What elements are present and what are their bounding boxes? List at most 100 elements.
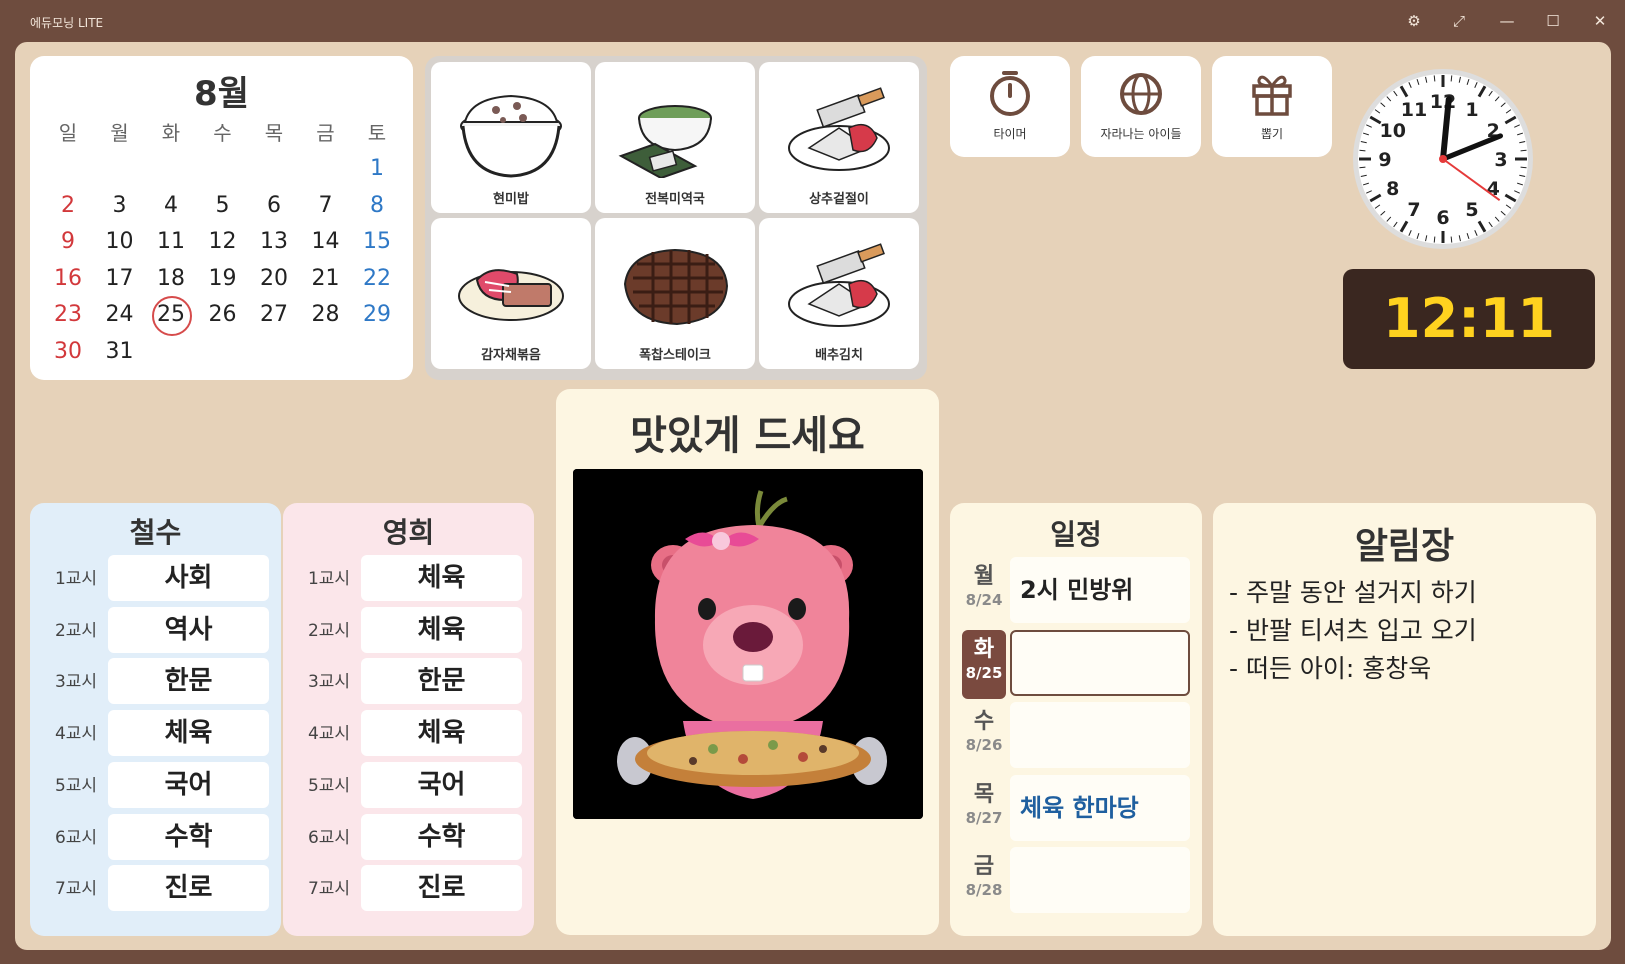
calendar-day[interactable]: 27 — [248, 298, 300, 332]
schedule-entry[interactable] — [1010, 629, 1190, 696]
clock-number: 8 — [1386, 178, 1399, 200]
seaweed-soup-icon — [618, 105, 712, 178]
subject-cell[interactable]: 한문 — [108, 658, 269, 705]
calendar-day[interactable]: 17 — [94, 262, 146, 296]
subject-cell[interactable]: 한문 — [361, 658, 522, 705]
subject-cell[interactable]: 체육 — [361, 555, 522, 601]
calendar-month: 8월 — [194, 74, 249, 114]
meal-item[interactable]: 현미밥 — [431, 62, 591, 213]
schedule-panel: 일정 월 8/24 2시 민방위 화 8/25 수 8/26 목 8/27 체육 한마당 금 8/28 — [950, 503, 1202, 936]
calendar-widget: 8월 일 월 화 수 목 금 토 1 2 3 4 5 6 7 8 9 10 11 12 13 14 15 16 17 18 19 2… — [30, 56, 413, 380]
globe-icon — [1120, 73, 1162, 115]
clock-face: 12 1234567891011 — [1353, 69, 1533, 249]
calendar-day[interactable]: 26 — [197, 298, 249, 332]
expand-icon[interactable]: ⤢ — [1446, 8, 1472, 34]
maximize-button[interactable]: ☐ — [1540, 8, 1566, 34]
calendar-day[interactable]: 8 — [351, 189, 403, 223]
calendar-day[interactable]: 20 — [248, 262, 300, 296]
subject-cell[interactable]: 사회 — [108, 555, 269, 601]
calendar-day[interactable]: 19 — [197, 262, 249, 296]
calendar-day[interactable]: 15 — [351, 225, 403, 259]
schedule-entry[interactable] — [1010, 702, 1190, 768]
calendar-day[interactable]: 4 — [145, 189, 197, 223]
calendar-day[interactable]: 11 — [145, 225, 197, 259]
growing-kids-label: 자라나는 아이들 — [1100, 127, 1182, 141]
calendar-day-number: 29 — [363, 302, 391, 327]
calendar-day[interactable]: 5 — [197, 189, 249, 223]
calendar-day[interactable]: 1 — [351, 152, 403, 186]
subject-cell[interactable]: 수학 — [361, 813, 522, 860]
draw-lots-button[interactable]: 뽑기 — [1212, 56, 1332, 157]
calendar-day[interactable]: 22 — [351, 262, 403, 296]
schedule-date: 8/27 — [965, 808, 1003, 827]
calendar-day[interactable]: 6 — [248, 189, 300, 223]
timetable-row: 1교시 사회 — [30, 555, 281, 603]
calendar-day[interactable]: 3 — [94, 189, 146, 223]
schedule-entry[interactable] — [1010, 847, 1190, 913]
meal-label: 폭찹스테이크 — [639, 348, 711, 363]
calendar-day[interactable]: 7 — [300, 189, 352, 223]
clock-number: 7 — [1407, 199, 1420, 221]
clock-number: 5 — [1465, 199, 1478, 221]
meal-label: 배추김치 — [815, 348, 863, 363]
pork-steak-icon — [623, 248, 729, 326]
calendar-day[interactable]: 10 — [94, 225, 146, 259]
clock-tick — [1520, 149, 1527, 152]
schedule-weekday: 화 — [973, 636, 995, 662]
schedule-entry[interactable]: 체육 한마당 — [1010, 774, 1190, 841]
calendar-day-number: 1 — [370, 156, 384, 181]
calendar-day-number: 28 — [311, 302, 340, 327]
meal-item[interactable]: 폭찹스테이크 — [595, 218, 755, 369]
growing-kids-button[interactable]: 자라나는 아이들 — [1081, 56, 1201, 157]
clock-tick — [1520, 166, 1527, 169]
calendar-day-number: 5 — [215, 192, 230, 218]
subject-cell[interactable]: 역사 — [108, 606, 269, 653]
calendar-day[interactable]: 23 — [42, 298, 94, 332]
calendar-day[interactable]: 31 — [94, 335, 146, 369]
subject-cell[interactable]: 진로 — [108, 865, 269, 912]
minimize-button[interactable]: — — [1494, 8, 1520, 34]
subject-cell[interactable]: 국어 — [361, 761, 522, 808]
rice-bowl-icon — [460, 94, 562, 178]
clock-number: 9 — [1378, 149, 1391, 171]
meal-label: 상추겉절이 — [809, 192, 869, 207]
calendar-day[interactable]: 24 — [94, 298, 146, 332]
calendar-day[interactable]: 18 — [145, 262, 197, 296]
calendar-day[interactable]: 12 — [197, 225, 249, 259]
beaver-character-icon — [573, 469, 923, 819]
calendar-day-number: 9 — [61, 229, 75, 254]
meal-item[interactable]: 배추김치 — [759, 218, 919, 369]
close-button[interactable]: ✕ — [1587, 8, 1613, 34]
calendar-day[interactable]: 30 — [42, 335, 94, 369]
schedule-entry[interactable]: 2시 민방위 — [1010, 557, 1190, 623]
settings-icon[interactable]: ⚙ — [1401, 8, 1427, 34]
calendar-day[interactable]: 21 — [300, 262, 352, 296]
calendar-day-number: 7 — [318, 192, 333, 218]
calendar-day[interactable]: 28 — [300, 298, 352, 332]
subject-cell[interactable]: 체육 — [361, 710, 522, 757]
calendar-day[interactable]: 25 — [145, 296, 197, 336]
calendar-day[interactable]: 16 — [42, 262, 94, 296]
subject-cell[interactable]: 국어 — [108, 761, 269, 808]
calendar-day[interactable]: 9 — [42, 225, 94, 259]
calendar-day[interactable]: 29 — [351, 298, 403, 332]
calendar-day[interactable]: 2 — [42, 189, 94, 223]
notice-line: - 떠든 아이: 홍창욱 — [1229, 654, 1432, 683]
subject-cell[interactable]: 진로 — [361, 865, 522, 912]
schedule-day: 월 8/24 — [962, 557, 1006, 626]
calendar-day-number: 17 — [105, 265, 134, 291]
subject-cell[interactable]: 체육 — [361, 606, 522, 653]
meal-item[interactable]: 전복미역국 — [595, 62, 755, 213]
subject-cell[interactable]: 수학 — [108, 813, 269, 860]
meal-item[interactable]: 상추겉절이 — [759, 62, 919, 213]
clock-tick — [1433, 75, 1436, 82]
clock-tick — [1450, 75, 1453, 82]
calendar-day[interactable]: 13 — [248, 225, 300, 259]
subject-cell[interactable]: 체육 — [108, 710, 269, 757]
schedule-weekday: 목 — [973, 781, 995, 807]
schedule-row: 목 8/27 체육 한마당 — [962, 774, 1190, 844]
calendar-day[interactable]: 14 — [300, 225, 352, 259]
timetable-row: 3교시 한문 — [283, 658, 534, 706]
timer-button[interactable]: 타이머 — [950, 56, 1070, 157]
meal-item[interactable]: 감자채볶음 — [431, 218, 591, 369]
